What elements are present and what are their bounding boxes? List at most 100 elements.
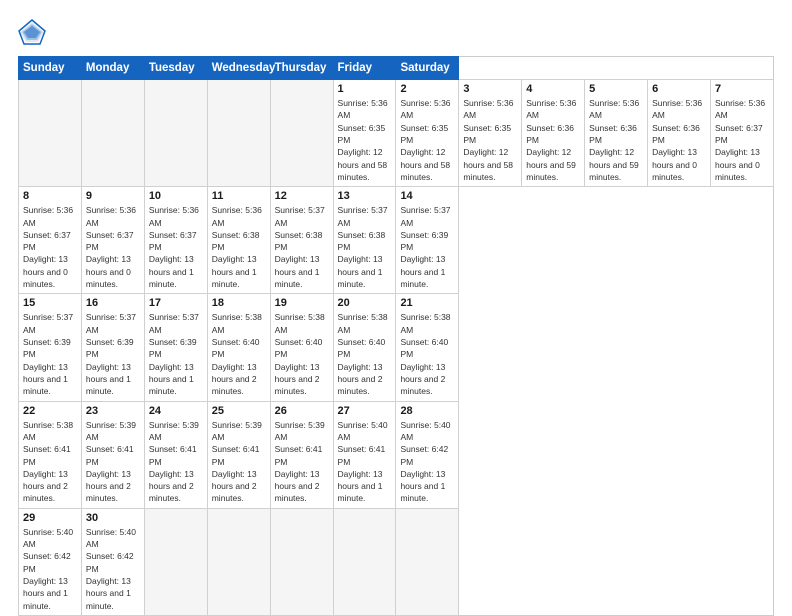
calendar-cell: 24 Sunrise: 5:39 AMSunset: 6:41 PMDayligh… [144, 401, 207, 508]
weekday-header-friday: Friday [333, 57, 396, 80]
calendar-cell [270, 508, 333, 615]
weekday-header-saturday: Saturday [396, 57, 459, 80]
calendar-cell: 28 Sunrise: 5:40 AMSunset: 6:42 PMDayligh… [396, 401, 459, 508]
day-info: Sunrise: 5:37 AMSunset: 6:39 PMDaylight:… [23, 311, 77, 397]
day-info: Sunrise: 5:36 AMSunset: 6:36 PMDaylight:… [652, 97, 706, 183]
calendar-cell: 18Sunrise: 5:38 AMSunset: 6:40 PMDayligh… [207, 294, 270, 401]
calendar-cell: 3 Sunrise: 5:36 AMSunset: 6:35 PMDaylight… [459, 80, 522, 187]
weekday-header-thursday: Thursday [270, 57, 333, 80]
day-info: Sunrise: 5:36 AMSunset: 6:35 PMDaylight:… [463, 97, 517, 183]
weekday-header-monday: Monday [81, 57, 144, 80]
day-number: 25 [212, 405, 266, 417]
day-number: 28 [400, 405, 454, 417]
calendar-cell [333, 508, 396, 615]
calendar-cell: 4 Sunrise: 5:36 AMSunset: 6:36 PMDaylight… [522, 80, 585, 187]
day-number: 2 [400, 83, 454, 95]
day-number: 18 [212, 297, 266, 309]
logo [18, 18, 50, 46]
day-info: Sunrise: 5:36 AMSunset: 6:37 PMDaylight:… [715, 97, 769, 183]
calendar-cell [19, 80, 82, 187]
calendar-cell: 16 Sunrise: 5:37 AMSunset: 6:39 PMDayligh… [81, 294, 144, 401]
calendar-cell: 21 Sunrise: 5:38 AMSunset: 6:40 PMDayligh… [396, 294, 459, 401]
day-number: 23 [86, 405, 140, 417]
weekday-header-tuesday: Tuesday [144, 57, 207, 80]
calendar-cell [207, 80, 270, 187]
calendar-cell: 17 Sunrise: 5:37 AMSunset: 6:39 PMDayligh… [144, 294, 207, 401]
day-info: Sunrise: 5:39 AMSunset: 6:41 PMDaylight:… [149, 419, 203, 505]
calendar-cell: 2 Sunrise: 5:36 AMSunset: 6:35 PMDaylight… [396, 80, 459, 187]
day-info: Sunrise: 5:39 AMSunset: 6:41 PMDaylight:… [275, 419, 329, 505]
day-number: 17 [149, 297, 203, 309]
day-info: Sunrise: 5:38 AMSunset: 6:40 PMDaylight:… [400, 311, 454, 397]
calendar-cell: 26Sunrise: 5:39 AMSunset: 6:41 PMDayligh… [270, 401, 333, 508]
day-info: Sunrise: 5:40 AMSunset: 6:42 PMDaylight:… [400, 419, 454, 505]
day-number: 3 [463, 83, 517, 95]
day-info: Sunrise: 5:40 AMSunset: 6:41 PMDaylight:… [338, 419, 392, 505]
day-number: 1 [338, 83, 392, 95]
page: SundayMondayTuesdayWednesdayThursdayFrid… [0, 0, 792, 612]
day-number: 4 [526, 83, 580, 95]
day-number: 24 [149, 405, 203, 417]
day-info: Sunrise: 5:40 AMSunset: 6:42 PMDaylight:… [23, 526, 77, 612]
day-number: 21 [400, 297, 454, 309]
day-info: Sunrise: 5:36 AMSunset: 6:36 PMDaylight:… [526, 97, 580, 183]
day-number: 13 [338, 190, 392, 202]
day-number: 30 [86, 512, 140, 524]
calendar-cell [144, 80, 207, 187]
day-number: 16 [86, 297, 140, 309]
weekday-header-wednesday: Wednesday [207, 57, 270, 80]
day-info: Sunrise: 5:39 AMSunset: 6:41 PMDaylight:… [212, 419, 266, 505]
day-info: Sunrise: 5:37 AMSunset: 6:39 PMDaylight:… [149, 311, 203, 397]
day-number: 6 [652, 83, 706, 95]
calendar-table: SundayMondayTuesdayWednesdayThursdayFrid… [18, 56, 774, 616]
calendar-cell: 1Sunrise: 5:36 AMSunset: 6:35 PMDaylight… [333, 80, 396, 187]
day-info: Sunrise: 5:36 AMSunset: 6:37 PMDaylight:… [86, 204, 140, 290]
calendar-cell: 7 Sunrise: 5:36 AMSunset: 6:37 PMDaylight… [710, 80, 773, 187]
calendar-cell: 23 Sunrise: 5:39 AMSunset: 6:41 PMDayligh… [81, 401, 144, 508]
day-info: Sunrise: 5:36 AMSunset: 6:35 PMDaylight:… [400, 97, 454, 183]
day-info: Sunrise: 5:36 AMSunset: 6:38 PMDaylight:… [212, 204, 266, 290]
day-number: 11 [212, 190, 266, 202]
calendar-cell: 15 Sunrise: 5:37 AMSunset: 6:39 PMDayligh… [19, 294, 82, 401]
calendar-cell: 10Sunrise: 5:36 AMSunset: 6:37 PMDayligh… [144, 187, 207, 294]
day-info: Sunrise: 5:37 AMSunset: 6:38 PMDaylight:… [338, 204, 392, 290]
calendar-cell: 6 Sunrise: 5:36 AMSunset: 6:36 PMDaylight… [648, 80, 711, 187]
calendar-week-0: 1 Sunrise: 5:36 AMSunset: 6:35 PMDaylight… [19, 80, 774, 187]
calendar-week-3: 22 Sunrise: 5:38 AMSunset: 6:41 PMDayligh… [19, 401, 774, 508]
calendar-cell: 27Sunrise: 5:40 AMSunset: 6:41 PMDayligh… [333, 401, 396, 508]
day-number: 8 [23, 190, 77, 202]
day-info: Sunrise: 5:37 AMSunset: 6:39 PMDaylight:… [86, 311, 140, 397]
weekday-header-row: SundayMondayTuesdayWednesdayThursdayFrid… [19, 57, 774, 80]
day-info: Sunrise: 5:38 AMSunset: 6:41 PMDaylight:… [23, 419, 77, 505]
calendar-week-1: 8 Sunrise: 5:36 AMSunset: 6:37 PMDaylight… [19, 187, 774, 294]
day-number: 15 [23, 297, 77, 309]
day-number: 7 [715, 83, 769, 95]
day-number: 10 [149, 190, 203, 202]
calendar-cell: 22 Sunrise: 5:38 AMSunset: 6:41 PMDayligh… [19, 401, 82, 508]
calendar-cell: 30Sunrise: 5:40 AMSunset: 6:42 PMDayligh… [81, 508, 144, 615]
day-number: 29 [23, 512, 77, 524]
calendar-cell [207, 508, 270, 615]
day-number: 19 [275, 297, 329, 309]
calendar-cell: 12Sunrise: 5:37 AMSunset: 6:38 PMDayligh… [270, 187, 333, 294]
calendar-week-2: 15 Sunrise: 5:37 AMSunset: 6:39 PMDayligh… [19, 294, 774, 401]
calendar-cell: 8Sunrise: 5:36 AMSunset: 6:37 PMDaylight… [19, 187, 82, 294]
calendar-cell: 25 Sunrise: 5:39 AMSunset: 6:41 PMDayligh… [207, 401, 270, 508]
day-number: 22 [23, 405, 77, 417]
day-info: Sunrise: 5:38 AMSunset: 6:40 PMDaylight:… [338, 311, 392, 397]
day-info: Sunrise: 5:39 AMSunset: 6:41 PMDaylight:… [86, 419, 140, 505]
calendar-cell [396, 508, 459, 615]
calendar-cell: 20Sunrise: 5:38 AMSunset: 6:40 PMDayligh… [333, 294, 396, 401]
calendar-cell [81, 80, 144, 187]
day-info: Sunrise: 5:38 AMSunset: 6:40 PMDaylight:… [275, 311, 329, 397]
calendar-week-4: 29 Sunrise: 5:40 AMSunset: 6:42 PMDayligh… [19, 508, 774, 615]
weekday-header-sunday: Sunday [19, 57, 82, 80]
day-number: 9 [86, 190, 140, 202]
calendar-cell: 5Sunrise: 5:36 AMSunset: 6:36 PMDaylight… [585, 80, 648, 187]
calendar-cell [144, 508, 207, 615]
calendar-cell: 19 Sunrise: 5:38 AMSunset: 6:40 PMDayligh… [270, 294, 333, 401]
calendar-cell: 13 Sunrise: 5:37 AMSunset: 6:38 PMDayligh… [333, 187, 396, 294]
calendar-cell: 14Sunrise: 5:37 AMSunset: 6:39 PMDayligh… [396, 187, 459, 294]
calendar-cell [270, 80, 333, 187]
day-number: 5 [589, 83, 643, 95]
